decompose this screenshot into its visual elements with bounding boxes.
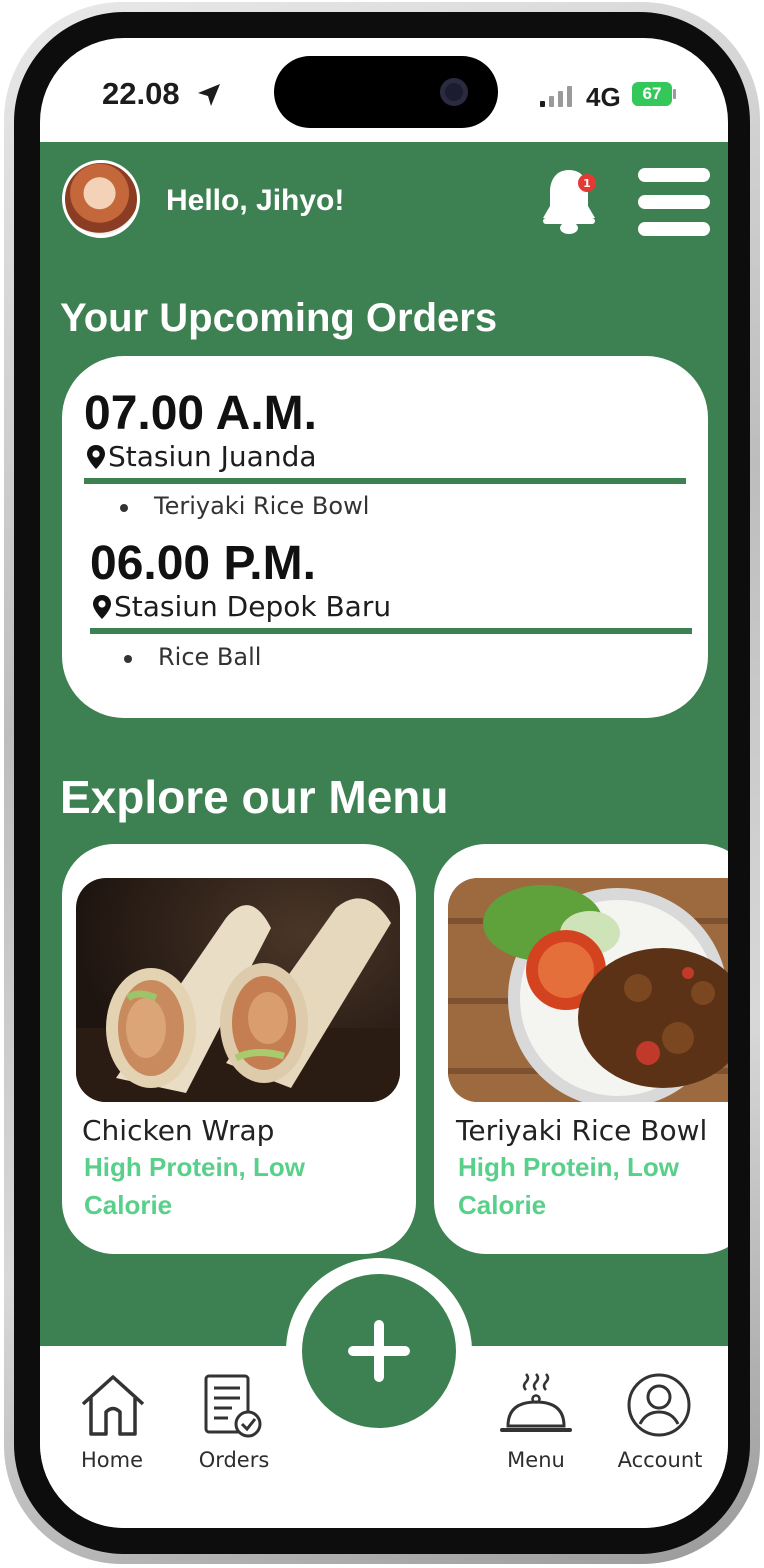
add-order-button[interactable] [302,1274,456,1428]
order-time: 07.00 A.M. [84,387,317,440]
nav-menu-label: Menu [507,1448,565,1472]
nav-orders-label: Orders [198,1448,270,1472]
cloche-icon [500,1373,572,1432]
pin-icon [87,445,105,469]
location-arrow-icon [198,84,220,106]
home-icon [81,1375,145,1436]
nav-account-label: Account [617,1448,703,1472]
explore-menu-title: Explore our Menu [60,771,449,823]
order-location: Stasiun Depok Baru [114,590,392,623]
notification-badge: 1 [578,174,596,192]
phone-screen: 22.08 4G 67 Hello, Jihyo! 1 Your Upcomin… [40,38,728,1528]
nav-orders[interactable]: Orders [186,1366,282,1476]
orders-icon [204,1374,262,1438]
menu-card-chicken-wrap[interactable]: Chicken Wrap High Protein, Low Calorie [62,844,416,1254]
notification-button[interactable]: 1 [538,166,600,236]
avatar[interactable] [62,160,140,238]
order-divider [90,628,692,634]
menu-item-name: Chicken Wrap [82,1114,275,1147]
nav-account[interactable]: Account [610,1366,710,1476]
nav-home-label: Home [80,1448,143,1472]
battery-indicator: 67 [632,82,672,106]
order-divider [84,478,686,484]
battery-cap [673,89,676,99]
menu-item-tags: High Protein, Low Calorie [458,1152,679,1220]
signal-icon [540,86,572,107]
menu-card-teriyaki-rice-bowl[interactable]: Teriyaki Rice Bowl High Protein, Low Cal… [434,844,728,1254]
camera-icon [440,78,468,106]
order-item: Teriyaki Rice Bowl [154,492,370,520]
order-location: Stasiun Juanda [108,440,317,473]
order-item: Rice Ball [158,643,262,671]
upcoming-orders-title: Your Upcoming Orders [60,296,498,340]
upcoming-orders-card[interactable]: 07.00 A.M. Stasiun Juanda Teriyaki Rice … [62,356,708,718]
chicken-wrap-image [76,878,400,1102]
nav-menu[interactable]: Menu [494,1366,578,1476]
account-icon [627,1373,691,1437]
plus-icon [348,1320,410,1382]
teriyaki-rice-bowl-image [448,878,728,1102]
network-type: 4G [586,82,621,112]
hamburger-icon[interactable] [638,168,710,236]
menu-item-tags: High Protein, Low Calorie [84,1152,305,1220]
bullet [124,655,132,663]
bullet [120,504,128,512]
status-time: 22.08 [102,76,180,111]
pin-icon [93,595,111,619]
nav-home[interactable]: Home [70,1366,154,1476]
order-time: 06.00 P.M. [90,537,316,590]
battery-level: 67 [642,84,662,103]
greeting-text: Hello, Jihyo! [166,184,345,217]
menu-item-name: Teriyaki Rice Bowl [456,1114,708,1147]
